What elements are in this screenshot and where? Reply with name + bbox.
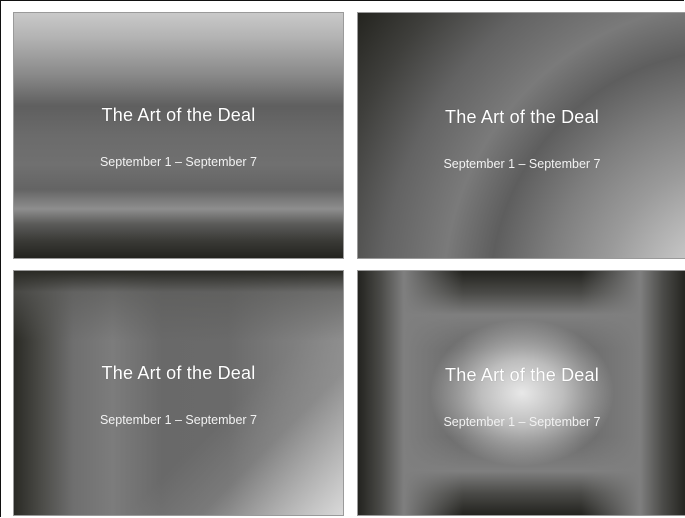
slide-thumbnail-1[interactable]: The Art of the Deal September 1 – Septem…	[13, 12, 344, 259]
slide-title: The Art of the Deal	[445, 107, 599, 127]
slide-subtitle: September 1 – September 7	[443, 415, 601, 429]
slide-subtitle: September 1 – September 7	[99, 155, 258, 169]
slide-subtitle: September 1 – September 7	[99, 413, 258, 427]
slide-thumbnail-2[interactable]: The Art of the Deal September 1 – Septem…	[357, 12, 685, 259]
slide-title: The Art of the Deal	[101, 363, 256, 383]
slide-thumbnail-3[interactable]: The Art of the Deal September 1 – Septem…	[13, 270, 344, 516]
gallery-frame: The Art of the Deal September 1 – Septem…	[0, 0, 685, 517]
slide-subtitle: September 1 – September 7	[443, 157, 601, 171]
slide-title: The Art of the Deal	[101, 105, 256, 125]
slide-title: The Art of the Deal	[445, 365, 599, 385]
slide-thumbnail-4[interactable]: The Art of the Deal September 1 – Septem…	[357, 270, 685, 516]
